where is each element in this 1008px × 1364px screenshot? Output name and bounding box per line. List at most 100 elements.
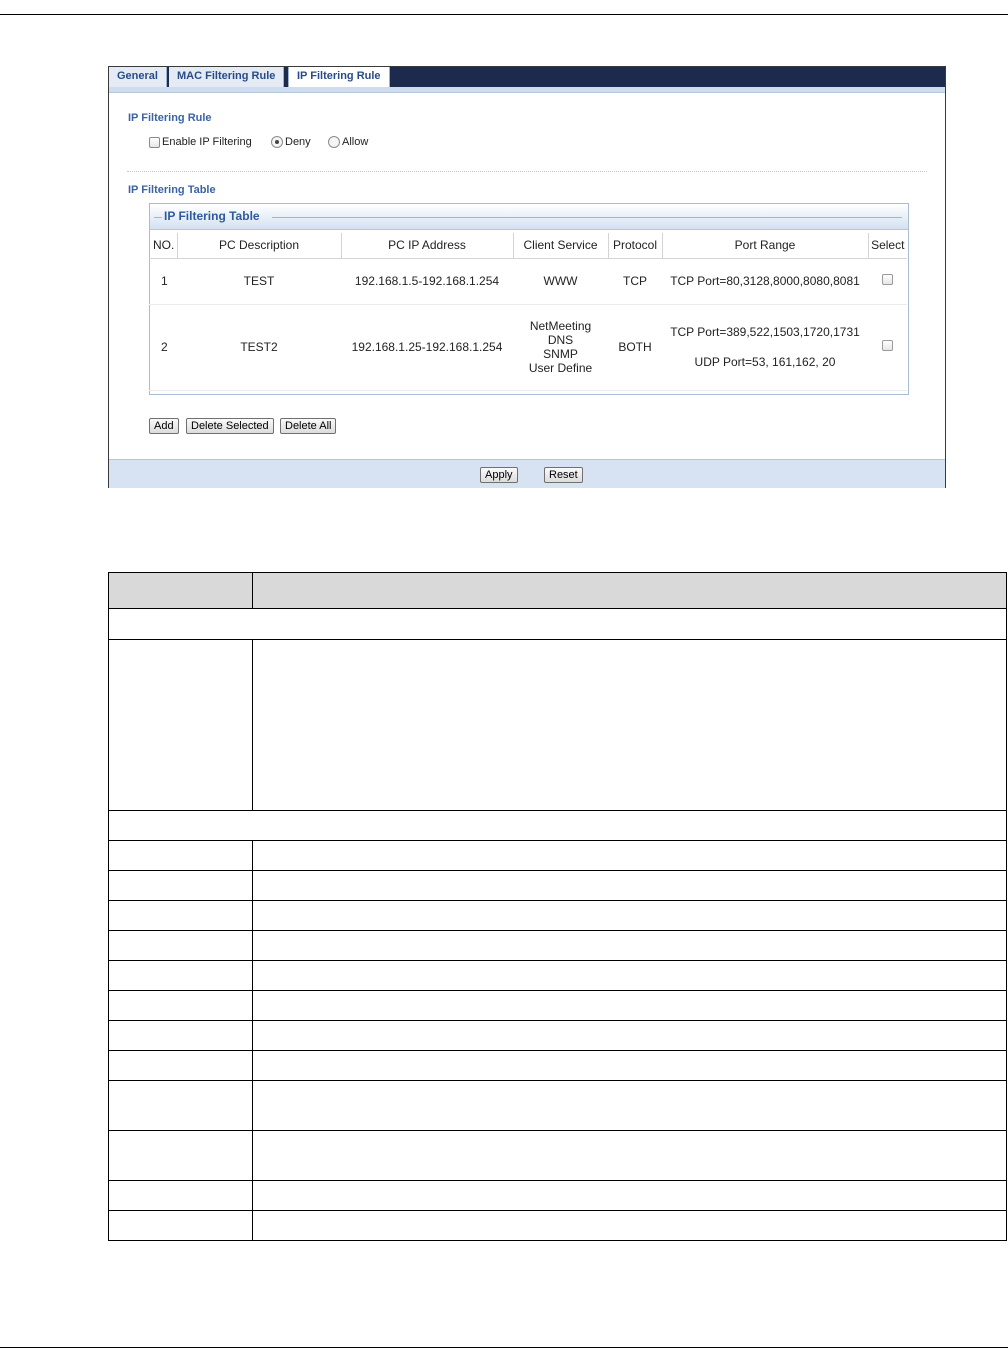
row-no: 1 [149, 258, 177, 305]
deny-option[interactable]: Deny [271, 136, 311, 148]
desc-text-cell [252, 1210, 1007, 1241]
desc-text-cell [252, 870, 1007, 901]
desc-label-cell [108, 990, 253, 1021]
rule-section-title: IP Filtering Rule [128, 112, 212, 124]
desc-header-label [108, 572, 253, 609]
desc-label-cell [108, 1050, 253, 1081]
desc-text-cell [252, 840, 1007, 871]
desc-text-cell [252, 930, 1007, 961]
page-header-rule [0, 14, 1008, 15]
desc-section-cell [108, 810, 1007, 841]
desc-text-cell [252, 1080, 1007, 1131]
row-description: TEST2 [177, 304, 341, 391]
row-ip: 192.168.1.5-192.168.1.254 [341, 258, 513, 305]
desc-row [108, 1050, 1007, 1081]
service-item: WWW [543, 274, 578, 288]
desc-header-description [252, 572, 1007, 609]
desc-header-row [108, 572, 1007, 609]
service-item: NetMeeting [529, 319, 592, 333]
desc-row [108, 900, 1007, 931]
deny-radio[interactable] [271, 136, 283, 148]
row-select-cell [868, 304, 907, 391]
desc-row [108, 639, 1007, 811]
row-port-range: TCP Port=80,3128,8000,8080,8081 [662, 258, 868, 305]
desc-text-cell [252, 1130, 1007, 1181]
tab-strip [109, 87, 945, 93]
port-range-line: TCP Port=80,3128,8000,8080,8081 [670, 274, 860, 288]
page-footer-rule [0, 1347, 1008, 1348]
desc-section-row [108, 810, 1007, 841]
row-select-cell [868, 258, 907, 305]
col-pc-ip-address: PC IP Address [341, 233, 514, 259]
fieldset-line-left [154, 217, 162, 218]
desc-label-cell [108, 1180, 253, 1211]
table-section-title: IP Filtering Table [128, 184, 216, 196]
desc-text-cell [252, 639, 1007, 811]
delete-all-button[interactable]: Delete All [280, 418, 337, 434]
section-divider [127, 171, 927, 172]
desc-row [108, 960, 1007, 991]
field-description-table [108, 572, 1007, 1241]
desc-section-cell [108, 608, 1007, 640]
row-services: WWW [513, 258, 608, 305]
tab-bar: General MAC Filtering Rule IP Filtering … [109, 67, 945, 89]
desc-label-cell [108, 870, 253, 901]
desc-section-row [108, 608, 1007, 640]
row-port-range: TCP Port=389,522,1503,1720,1731 UDP Port… [662, 304, 868, 391]
col-select: Select [868, 233, 907, 259]
service-item: DNS [547, 333, 574, 347]
footer-bar: Apply Reset [109, 459, 945, 488]
row-description: TEST [177, 258, 341, 305]
tab-mac-filtering-rule[interactable]: MAC Filtering Rule [169, 67, 285, 89]
ip-filtering-table: NO. PC Description PC IP Address Client … [149, 233, 907, 391]
deny-label: Deny [285, 136, 311, 148]
desc-label-cell [108, 900, 253, 931]
desc-label-cell [108, 960, 253, 991]
desc-row [108, 1130, 1007, 1181]
desc-row [108, 1180, 1007, 1211]
service-item: User Define [528, 361, 593, 375]
enable-ip-filtering-label: Enable IP Filtering [162, 136, 252, 148]
apply-button[interactable]: Apply [480, 467, 518, 483]
desc-label-cell [108, 639, 253, 811]
desc-row [108, 1210, 1007, 1241]
desc-label-cell [108, 840, 253, 871]
service-item: SNMP [543, 347, 578, 361]
row-services: NetMeeting DNS SNMP User Define [513, 304, 608, 391]
desc-row [108, 1080, 1007, 1131]
allow-label: Allow [342, 136, 369, 148]
col-port-range: Port Range [662, 233, 869, 259]
desc-label-cell [108, 1130, 253, 1181]
fieldset-header: IP Filtering Table [150, 204, 908, 230]
desc-text-cell [252, 1050, 1007, 1081]
row-protocol: BOTH [608, 304, 662, 391]
enable-ip-filtering-checkbox[interactable] [149, 136, 160, 148]
desc-text-cell [252, 900, 1007, 931]
reset-button[interactable]: Reset [544, 467, 583, 483]
port-range-line: TCP Port=389,522,1503,1720,1731 [670, 325, 860, 339]
table-row: 2 TEST2 192.168.1.25-192.168.1.254 NetMe… [149, 304, 907, 391]
row-select-checkbox[interactable] [882, 274, 893, 285]
row-select-checkbox[interactable] [882, 340, 893, 351]
fieldset-title: IP Filtering Table [164, 209, 260, 223]
desc-label-cell [108, 930, 253, 961]
allow-option[interactable]: Allow [328, 136, 368, 148]
desc-label-cell [108, 1080, 253, 1131]
allow-radio[interactable] [328, 136, 340, 148]
delete-selected-button[interactable]: Delete Selected [186, 418, 274, 434]
col-no: NO. [149, 233, 178, 259]
row-ip: 192.168.1.25-192.168.1.254 [341, 304, 513, 391]
enable-ip-filtering-option[interactable]: Enable IP Filtering [149, 136, 252, 148]
col-client-service: Client Service [513, 233, 609, 259]
ip-filtering-screen: General MAC Filtering Rule IP Filtering … [108, 66, 946, 488]
col-pc-description: PC Description [177, 233, 342, 259]
tab-ip-filtering-rule[interactable]: IP Filtering Rule [288, 67, 390, 89]
add-button[interactable]: Add [149, 418, 179, 434]
desc-row [108, 870, 1007, 901]
row-no: 2 [149, 304, 177, 391]
desc-label-cell [108, 1210, 253, 1241]
table-row: 1 TEST 192.168.1.5-192.168.1.254 WWW TCP… [149, 258, 907, 305]
tab-general[interactable]: General [109, 67, 167, 89]
col-protocol: Protocol [608, 233, 663, 259]
desc-text-cell [252, 990, 1007, 1021]
